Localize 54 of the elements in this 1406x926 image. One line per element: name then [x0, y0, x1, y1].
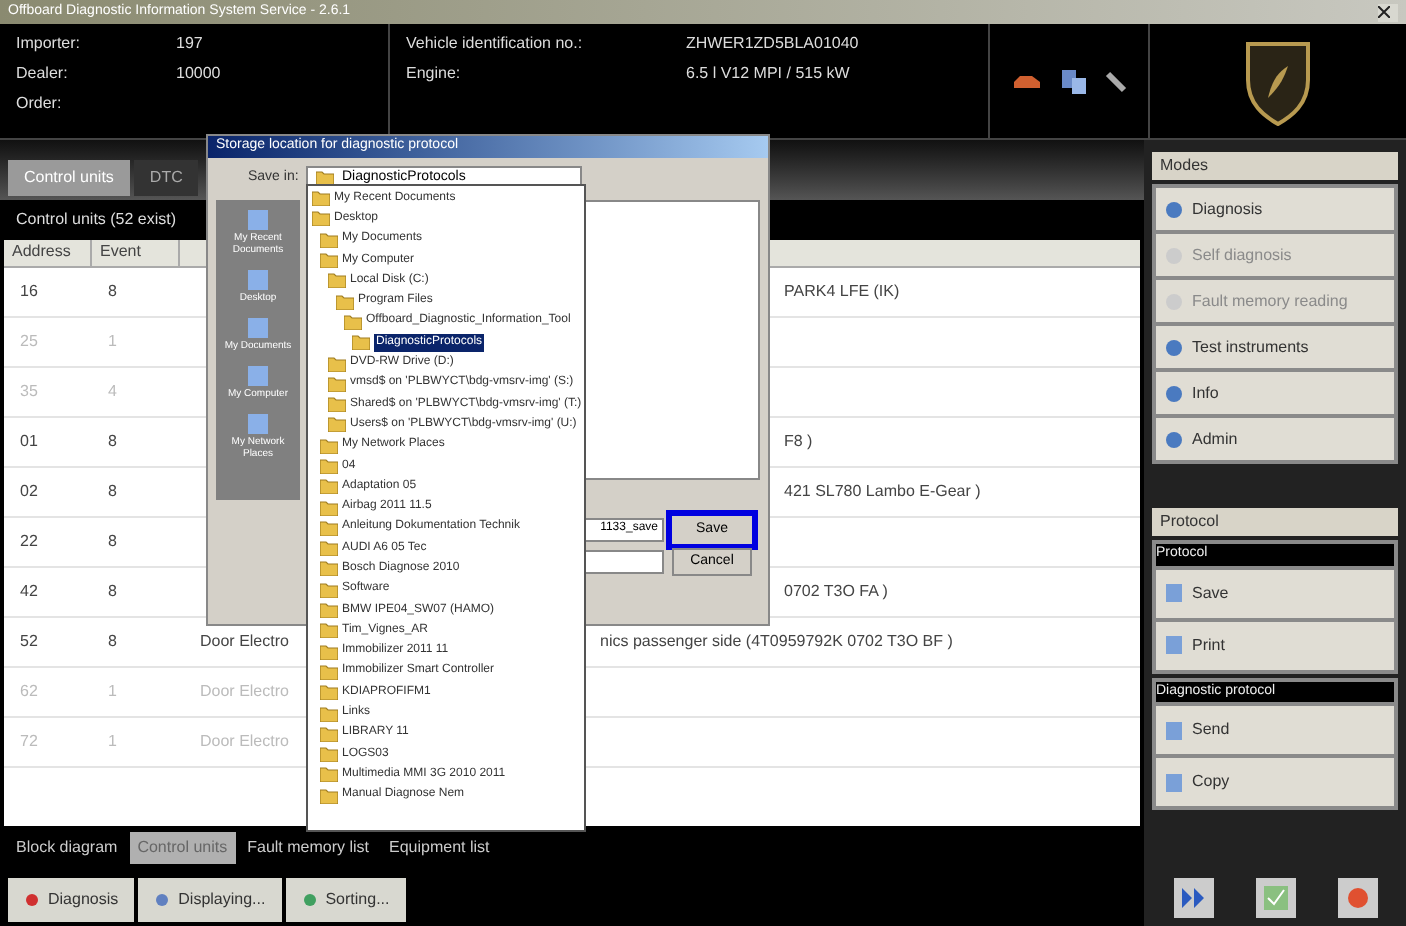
table-cell-text: 1	[106, 680, 119, 704]
table-cell-text: 42	[18, 580, 40, 604]
field-value: 10000	[176, 62, 221, 86]
field-value: 197	[176, 32, 203, 56]
table-cell-text: 02	[18, 480, 40, 504]
field-value: ZHWER1ZD5BLA01040	[686, 32, 859, 56]
field-label: Order:	[16, 92, 64, 116]
table-cell-text: 22	[18, 530, 40, 554]
toolbar-button[interactable]: Diagnosis	[8, 878, 135, 922]
protocol-button[interactable]: Send	[1156, 706, 1394, 754]
table-cell-text: 4	[106, 380, 119, 404]
table-cell: PARK4 LFE (IK)	[784, 280, 900, 304]
toolbar-button[interactable]: Displaying...	[138, 878, 282, 922]
field-label: Dealer:	[16, 62, 70, 86]
table-cell-text: 35	[18, 380, 40, 404]
column-header: Event	[92, 240, 180, 266]
toolbar-button[interactable]: Sorting...	[285, 878, 406, 922]
mode-button[interactable]: Test instruments	[1156, 326, 1394, 368]
table-cell-text: 52	[18, 630, 40, 654]
mode-button[interactable]: Diagnosis	[1156, 188, 1394, 230]
table-cell: 421 SL780 Lambo E-Gear )	[784, 480, 981, 504]
protocol-button[interactable]: Save	[1156, 569, 1394, 617]
table-cell-text: Door Electro	[200, 680, 291, 704]
mode-button[interactable]: Admin	[1156, 418, 1394, 460]
panel-title: Modes	[1160, 154, 1209, 178]
table-cell-text: Door Electro	[200, 630, 291, 654]
table-cell-text: 16	[18, 280, 40, 304]
table-cell-text: 8	[106, 480, 119, 504]
table-cell: F8 )	[784, 430, 813, 454]
table-cell: 0702 T3O FA )	[784, 580, 888, 604]
field-value: 6.5 l V12 MPI / 515 kW	[686, 62, 850, 86]
field-label: Vehicle identification no.:	[406, 32, 585, 56]
table-cell-text: 72	[18, 730, 40, 754]
table-cell-text: 25	[18, 330, 40, 354]
table-caption: Control units (52 exist)	[16, 208, 177, 232]
table-cell-text: 01	[18, 430, 40, 454]
protocol-button[interactable]: Copy	[1156, 758, 1394, 806]
tab[interactable]: DTC	[133, 160, 199, 196]
table-cell-text: 62	[18, 680, 40, 704]
column-header: Address	[4, 240, 92, 266]
table-cell-text: 8	[106, 580, 119, 604]
table-cell-text: 8	[106, 530, 119, 554]
field-label: Importer:	[16, 32, 83, 56]
table-cell-text: 8	[106, 630, 119, 654]
mode-button[interactable]: Info	[1156, 372, 1394, 414]
table-cell-text: 8	[106, 430, 119, 454]
field-label: Engine:	[406, 62, 463, 86]
table-cell: nics passenger side (4T0959792K 0702 T3O BF )	[600, 630, 953, 654]
table-cell-text: 1	[106, 330, 119, 354]
table-cell-text: Door Electro	[200, 730, 291, 754]
table-cell-text: 8	[106, 280, 119, 304]
table-cell-text: 1	[106, 730, 119, 754]
panel-title: Protocol	[1160, 510, 1219, 534]
protocol-button[interactable]: Print	[1156, 621, 1394, 669]
